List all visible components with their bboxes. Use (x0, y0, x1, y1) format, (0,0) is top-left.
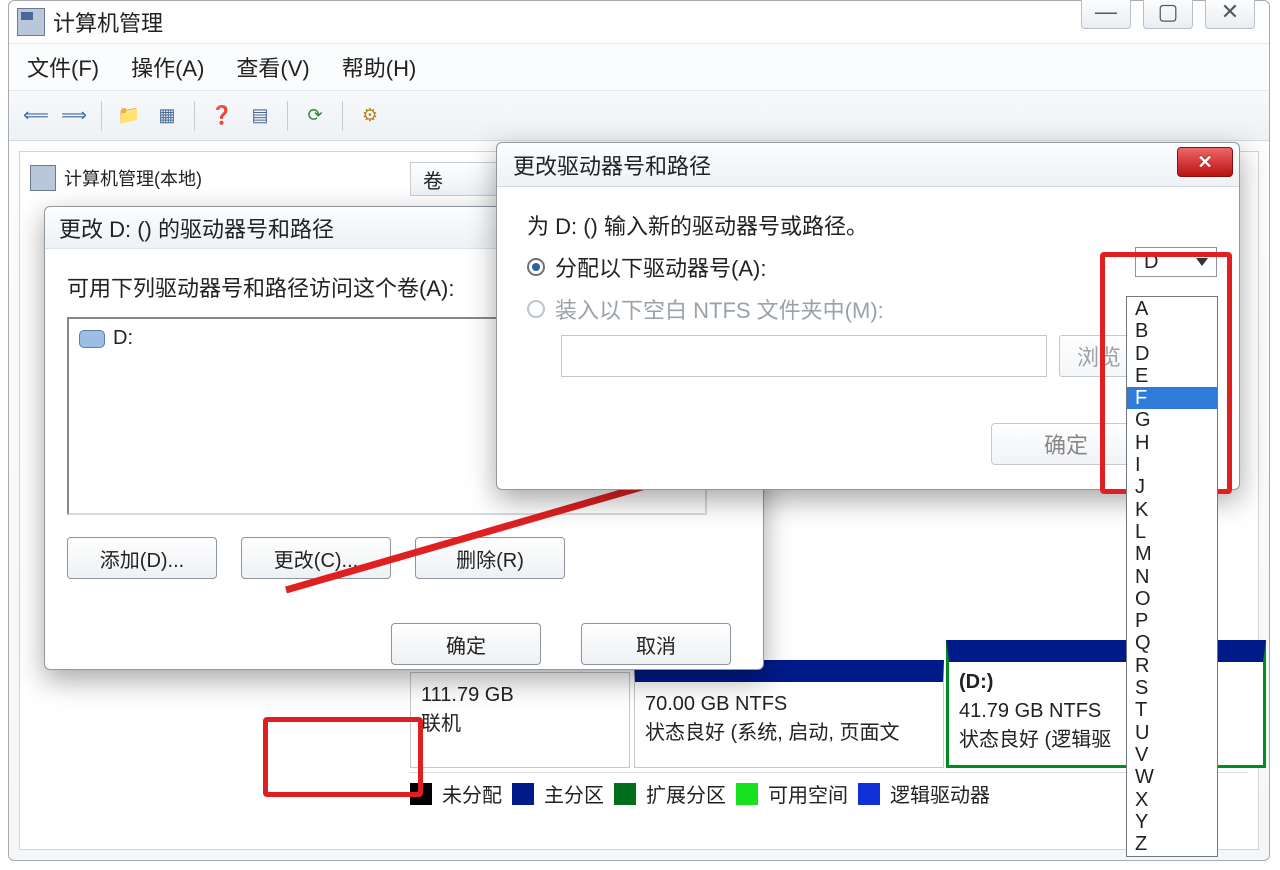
help-icon[interactable]: ❓ (207, 101, 237, 131)
legend-swatch-primary (512, 783, 534, 805)
nav-back-icon[interactable]: ⟸ (21, 101, 51, 131)
dropdown-option[interactable]: M (1127, 543, 1217, 565)
dropdown-option[interactable]: J (1127, 476, 1217, 498)
dialog2-instruction: 为 D: () 输入新的驱动器号或路径。 (527, 209, 1213, 241)
dialog2-title: 更改驱动器号和路径 (513, 149, 711, 181)
legend-unallocated: 未分配 (442, 779, 502, 808)
legend-primary: 主分区 (544, 779, 604, 808)
legend-extended: 扩展分区 (646, 779, 726, 808)
menu-file[interactable]: 文件(F) (27, 51, 99, 83)
tree-root-label: 计算机管理(本地) (64, 165, 202, 191)
dropdown-option[interactable]: Z (1127, 833, 1217, 855)
dialog2-titlebar: 更改驱动器号和路径 ✕ (497, 143, 1239, 187)
option-assign-label: 分配以下驱动器号(A): (555, 251, 766, 283)
dropdown-option[interactable]: T (1127, 699, 1217, 721)
drive-letter-combo[interactable]: D (1135, 247, 1217, 277)
legend-swatch-free (736, 783, 758, 805)
dropdown-option[interactable]: U (1127, 722, 1217, 744)
titlebar: 计算机管理 — ▢ ✕ (9, 1, 1269, 43)
radio-unchecked-icon (527, 300, 545, 318)
change-button[interactable]: 更改(C)... (241, 537, 391, 579)
disk-summary[interactable]: 111.79 GB 联机 (410, 672, 630, 768)
remove-button[interactable]: 删除(R) (415, 537, 565, 579)
app-icon (17, 8, 45, 36)
close-button[interactable]: ✕ (1205, 0, 1255, 29)
ok-button[interactable]: 确定 (991, 423, 1141, 465)
menubar: 文件(F) 操作(A) 查看(V) 帮助(H) (9, 43, 1269, 91)
window-controls: — ▢ ✕ (1081, 0, 1255, 29)
tree-root[interactable]: 计算机管理(本地) (26, 158, 396, 198)
toolbar: ⟸ ⟹ 📁 ▦ ❓ ▤ ⟳ ⚙ (9, 91, 1269, 141)
list-view-icon[interactable]: ▤ (245, 101, 275, 131)
dropdown-option[interactable]: F (1127, 387, 1217, 409)
legend-swatch-unallocated (410, 783, 432, 805)
dropdown-option[interactable]: O (1127, 588, 1217, 610)
dropdown-option[interactable]: N (1127, 566, 1217, 588)
dialog2-close-button[interactable]: ✕ (1177, 147, 1233, 177)
menu-help[interactable]: 帮助(H) (342, 51, 417, 83)
partition-state: 状态良好 (逻辑驱 (959, 726, 1143, 755)
settings-icon[interactable]: ⚙ (355, 101, 385, 131)
show-hide-icon[interactable]: ▦ (152, 101, 182, 131)
refresh-icon[interactable]: ⟳ (300, 101, 330, 131)
ok-button[interactable]: 确定 (391, 623, 541, 665)
drive-letter-dropdown[interactable]: ABDEFGHIJKLMNOPQRSTUVWXYZ (1126, 296, 1218, 857)
dropdown-option[interactable]: Y (1127, 811, 1217, 833)
partition-size: 70.00 GB NTFS (645, 690, 933, 719)
partition-state: 状态良好 (系统, 启动, 页面文 (645, 719, 933, 748)
option-mount-folder: 装入以下空白 NTFS 文件夹中(M): (527, 293, 1213, 325)
up-level-icon[interactable]: 📁 (114, 101, 144, 131)
toolbar-separator (194, 101, 195, 131)
legend-swatch-extended (614, 783, 636, 805)
toolbar-separator (342, 101, 343, 131)
dropdown-option[interactable]: V (1127, 744, 1217, 766)
maximize-button[interactable]: ▢ (1143, 0, 1193, 29)
dropdown-option[interactable]: R (1127, 655, 1217, 677)
dropdown-option[interactable]: H (1127, 432, 1217, 454)
column-header-volume[interactable]: 卷 (410, 162, 510, 196)
option-assign-letter[interactable]: 分配以下驱动器号(A): (527, 251, 1213, 283)
dropdown-option[interactable]: K (1127, 499, 1217, 521)
toolbar-separator (287, 101, 288, 131)
dropdown-option[interactable]: I (1127, 454, 1217, 476)
dropdown-option[interactable]: A (1127, 298, 1217, 320)
menu-view[interactable]: 查看(V) (236, 51, 309, 83)
drive-path-label: D: (113, 327, 133, 350)
toolbar-separator (101, 101, 102, 131)
dropdown-option[interactable]: W (1127, 766, 1217, 788)
drive-icon (79, 330, 105, 348)
partition-d[interactable]: (D:) 41.79 GB NTFS 状态良好 (逻辑驱 (946, 640, 1156, 768)
minimize-button[interactable]: — (1081, 0, 1131, 29)
dropdown-option[interactable]: Q (1127, 632, 1217, 654)
window-title: 计算机管理 (53, 6, 163, 38)
cancel-button[interactable]: 取消 (581, 623, 731, 665)
legend-free: 可用空间 (768, 779, 848, 808)
dropdown-option[interactable]: G (1127, 409, 1217, 431)
dropdown-option[interactable]: D (1127, 343, 1217, 365)
legend: 未分配 主分区 扩展分区 可用空间 逻辑驱动器 (410, 772, 1248, 808)
disk-state: 联机 (421, 710, 619, 739)
partition-size: 41.79 GB NTFS (959, 697, 1143, 726)
dropdown-option[interactable]: L (1127, 521, 1217, 543)
radio-checked-icon (527, 258, 545, 276)
dropdown-option[interactable]: B (1127, 320, 1217, 342)
dropdown-option[interactable]: E (1127, 365, 1217, 387)
mount-path-input (561, 335, 1047, 377)
dropdown-option[interactable]: P (1127, 610, 1217, 632)
legend-swatch-logical (858, 783, 880, 805)
drive-letter-value: D (1144, 251, 1158, 274)
option-mount-label: 装入以下空白 NTFS 文件夹中(M): (555, 293, 884, 325)
legend-logical: 逻辑驱动器 (890, 779, 990, 808)
dropdown-option[interactable]: X (1127, 789, 1217, 811)
disk-size: 111.79 GB (421, 681, 619, 710)
add-button[interactable]: 添加(D)... (67, 537, 217, 579)
dropdown-option[interactable]: S (1127, 677, 1217, 699)
partition-label: (D:) (959, 668, 1143, 697)
chevron-down-icon (1196, 258, 1208, 266)
nav-forward-icon[interactable]: ⟹ (59, 101, 89, 131)
menu-action[interactable]: 操作(A) (131, 51, 204, 83)
computer-icon (30, 165, 56, 191)
